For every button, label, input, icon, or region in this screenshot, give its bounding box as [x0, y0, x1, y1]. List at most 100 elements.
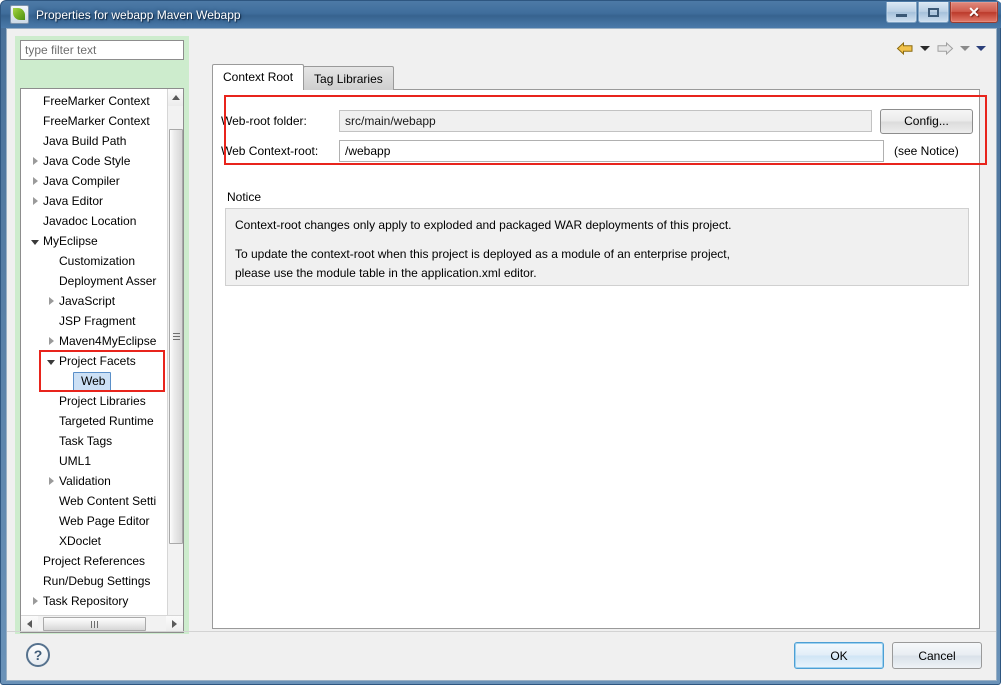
tree-item-java-compiler[interactable]: Java Compiler: [21, 171, 168, 191]
tree-collapsed-chevron-icon[interactable]: [29, 157, 41, 165]
tree-item-task-repository[interactable]: Task Repository: [21, 591, 168, 611]
tree-collapsed-chevron-icon[interactable]: [45, 297, 57, 305]
tree-item-xdoclet[interactable]: XDoclet: [21, 531, 168, 551]
scroll-up-button[interactable]: [168, 89, 183, 106]
scroll-right-button[interactable]: [166, 616, 183, 632]
triangle-right-icon: [172, 620, 177, 628]
filter-container: [15, 36, 189, 64]
ok-button[interactable]: OK: [794, 642, 884, 669]
tree-expanded-chevron-icon[interactable]: [29, 238, 41, 245]
tree-collapsed-chevron-icon[interactable]: [45, 477, 57, 485]
help-icon[interactable]: ?: [26, 643, 50, 667]
notice-line-1: Context-root changes only apply to explo…: [235, 218, 732, 232]
myeclipse-leaf-icon: [10, 5, 29, 24]
tree-item-run-debug-settings[interactable]: Run/Debug Settings: [21, 571, 168, 591]
tree-item-label: Customization: [59, 254, 136, 268]
webroot-folder-label: Web-root folder:: [221, 114, 307, 128]
tree-item-label: Web Page Editor: [59, 514, 150, 528]
tree-vertical-scrollbar[interactable]: [167, 89, 183, 632]
footer-divider: [7, 631, 996, 632]
back-history-chevron-down-icon[interactable]: [920, 46, 930, 51]
tree-item-project-references[interactable]: Project References: [21, 551, 168, 571]
tab-bar: Context Root Tag Libraries: [212, 64, 394, 90]
scroll-left-button[interactable]: [21, 616, 38, 632]
tree-item-label: Web: [81, 373, 106, 388]
tab-context-root[interactable]: Context Root: [212, 64, 305, 90]
close-icon: ✕: [968, 4, 980, 20]
navigation-controls: [896, 41, 986, 56]
tree-item-java-code-style[interactable]: Java Code Style: [21, 151, 168, 171]
tree-collapsed-chevron-icon[interactable]: [45, 337, 57, 345]
see-notice-text: (see Notice): [894, 144, 959, 158]
cancel-button[interactable]: Cancel: [892, 642, 982, 669]
config-button[interactable]: Config...: [880, 108, 973, 134]
maximize-button[interactable]: [918, 2, 949, 23]
dialog-client-area: FreeMarker Context FreeMarker Context Java…: [6, 28, 997, 681]
grip-icon: [173, 332, 180, 341]
tree-item-task-tags[interactable]: Task Tags: [21, 431, 168, 451]
tree-item-label: JSP Fragment: [59, 314, 136, 328]
forward-history-chevron-down-icon: [960, 46, 970, 51]
tree-item-label: Project Libraries: [59, 394, 146, 408]
tree-item-label: Run/Debug Settings: [43, 574, 151, 588]
tree-item-project-libraries[interactable]: Project Libraries: [21, 391, 168, 411]
tree-item-label: FreeMarker Context: [43, 114, 150, 128]
webroot-folder-field[interactable]: [339, 110, 872, 132]
tree-collapsed-chevron-icon[interactable]: [29, 197, 41, 205]
tree-item-project-facets[interactable]: Project Facets: [21, 351, 168, 371]
tree-item-web-page-editor[interactable]: Web Page Editor: [21, 511, 168, 531]
tree-item-label: Java Compiler: [43, 174, 120, 188]
tree-item-label: Task Repository: [43, 594, 129, 608]
tree-item-customization[interactable]: Customization: [21, 251, 168, 271]
back-arrow-icon[interactable]: [896, 41, 914, 56]
tree-item-label: Project References: [43, 554, 146, 568]
tree-item-targeted-runtime[interactable]: Targeted Runtime: [21, 411, 168, 431]
tree-item-label: Web Content Setti: [59, 494, 157, 508]
search-input[interactable]: [20, 40, 184, 60]
minimize-icon: [896, 13, 907, 17]
tree-item-label: XDoclet: [59, 534, 102, 548]
tree-item-label: Validation: [59, 474, 111, 488]
web-context-root-label: Web Context-root:: [221, 144, 319, 158]
context-root-form: Web-root folder: Config... Web Context-r…: [221, 108, 973, 168]
tree-item-java-build-path[interactable]: Java Build Path: [21, 131, 168, 151]
tree-item-freemarker-context[interactable]: FreeMarker Context: [21, 91, 168, 111]
grip-icon: [90, 621, 99, 628]
tree-item-label: UML1: [59, 454, 92, 468]
tree-item-maven4myeclipse[interactable]: Maven4MyEclipse: [21, 331, 168, 351]
tree-item-web[interactable]: Web: [21, 371, 168, 391]
web-context-root-field[interactable]: [339, 140, 884, 162]
settings-tree[interactable]: FreeMarker Context FreeMarker Context Java…: [20, 88, 184, 633]
notice-text-box: Context-root changes only apply to explo…: [225, 208, 969, 286]
tab-tag-libraries[interactable]: Tag Libraries: [303, 66, 394, 90]
tree-item-label: Targeted Runtime: [59, 414, 154, 428]
tree-expanded-chevron-icon[interactable]: [45, 358, 57, 365]
tree-item-freemarker-context[interactable]: FreeMarker Context: [21, 111, 168, 131]
tree-item-label: Java Code Style: [43, 154, 131, 168]
horizontal-scroll-thumb[interactable]: [43, 617, 146, 631]
tree-item-javadoc-location[interactable]: Javadoc Location: [21, 211, 168, 231]
title-bar: Properties for webapp Maven Webapp ✕: [1, 1, 1001, 28]
vertical-scroll-thumb[interactable]: [169, 129, 183, 544]
maximize-icon: [928, 7, 939, 17]
tree-collapsed-chevron-icon[interactable]: [29, 597, 41, 605]
tree-item-list: FreeMarker Context FreeMarker Context Java…: [21, 91, 168, 613]
tree-item-uml1[interactable]: UML1: [21, 451, 168, 471]
tree-horizontal-scrollbar[interactable]: [21, 615, 183, 632]
close-button[interactable]: ✕: [950, 2, 998, 23]
tree-collapsed-chevron-icon[interactable]: [29, 177, 41, 185]
tree-item-validation[interactable]: Validation: [21, 471, 168, 491]
dialog-buttons: OK Cancel: [794, 642, 982, 669]
minimize-button[interactable]: [886, 2, 917, 23]
tree-item-jsp-fragment[interactable]: JSP Fragment: [21, 311, 168, 331]
tree-item-javascript[interactable]: JavaScript: [21, 291, 168, 311]
tree-item-label: Task Tags: [59, 434, 113, 448]
tree-item-deployment-asser[interactable]: Deployment Asser: [21, 271, 168, 291]
tree-item-java-editor[interactable]: Java Editor: [21, 191, 168, 211]
notice-heading: Notice: [227, 190, 262, 204]
tree-item-label: Javadoc Location: [43, 214, 137, 228]
tree-item-web-content-setti[interactable]: Web Content Setti: [21, 491, 168, 511]
tree-item-myeclipse[interactable]: MyEclipse: [21, 231, 168, 251]
notice-line-3: please use the module table in the appli…: [235, 266, 537, 280]
view-menu-chevron-down-icon[interactable]: [976, 46, 986, 51]
